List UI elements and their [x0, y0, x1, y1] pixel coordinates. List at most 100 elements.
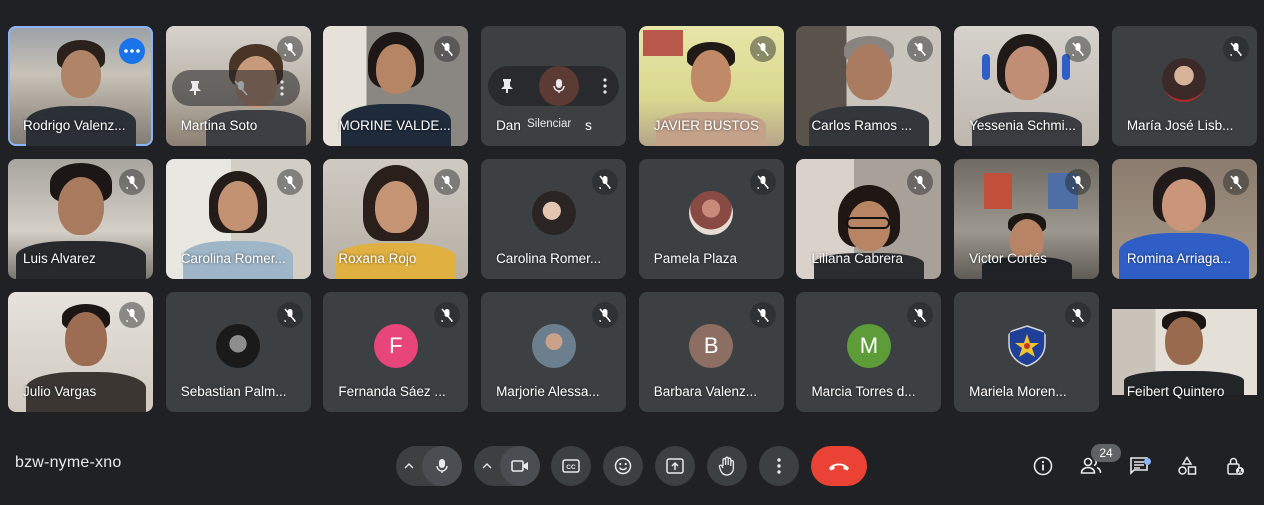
avatar	[1162, 58, 1207, 102]
participant-tile[interactable]: M Marcia Torres d...	[796, 292, 942, 412]
participant-name: Carlos Ramos ...	[811, 118, 912, 133]
mic-off-indicator	[119, 302, 145, 328]
participant-tile[interactable]: MORINE VALDE...	[323, 26, 469, 146]
participant-tile[interactable]: Mariela Moren...	[954, 292, 1100, 412]
emblem-avatar	[1004, 324, 1049, 368]
mic-off-indicator	[276, 169, 303, 195]
participant-tile[interactable]: Carolina Romer...	[481, 159, 627, 279]
mic-off-indicator	[1065, 169, 1092, 195]
participant-tile[interactable]: Roxana Rojo	[323, 159, 469, 279]
participant-tile[interactable]: B Barbara Valenz...	[638, 292, 784, 412]
phone-hangup-icon	[829, 463, 849, 471]
mic-off-icon	[757, 175, 769, 189]
mic-off-indicator	[1222, 36, 1249, 62]
participant-name: Dan	[496, 118, 521, 133]
participant-tile[interactable]: Yessenia Schmi...	[954, 26, 1100, 146]
microphone-button[interactable]	[422, 446, 462, 486]
pin-icon[interactable]	[500, 78, 514, 94]
participant-tile[interactable]: Sebastian Palm...	[165, 292, 311, 412]
meeting-control-bar: bzw-nyme-xno CC	[0, 433, 1264, 505]
info-icon	[1033, 456, 1053, 476]
present-screen-button[interactable]	[655, 446, 695, 486]
participant-name: Fernanda Sáez ...	[338, 384, 446, 399]
emoji-icon	[614, 457, 632, 475]
participant-name: Luis Alvarez	[23, 251, 96, 266]
participant-tile[interactable]: JAVIER BUSTOS	[638, 26, 784, 146]
raise-hand-button[interactable]	[707, 446, 747, 486]
mic-off-indicator	[749, 302, 776, 328]
chevron-up-icon[interactable]	[404, 463, 414, 469]
chevron-up-icon[interactable]	[482, 463, 492, 469]
participant-tile[interactable]: Marjorie Alessa...	[481, 292, 627, 412]
participant-name: Carolina Romer...	[180, 251, 286, 266]
leave-call-button[interactable]	[811, 446, 867, 486]
mic-off-icon[interactable]	[234, 80, 248, 96]
participant-tile[interactable]: María José Lisb...	[1111, 26, 1257, 146]
mic-off-icon	[757, 308, 769, 322]
participant-name: Sebastian Palm...	[180, 384, 287, 399]
mic-off-indicator	[276, 36, 303, 62]
chat-unread-dot	[1144, 458, 1151, 465]
mic-off-indicator	[119, 169, 145, 195]
mic-off-icon	[441, 175, 453, 189]
mic-off-icon	[284, 175, 296, 189]
participant-name: Martina Soto	[180, 118, 258, 133]
present-icon	[666, 458, 684, 474]
more-vert-icon[interactable]	[603, 78, 607, 94]
activities-button[interactable]	[1174, 453, 1200, 479]
participant-tile[interactable]: F Fernanda Sáez ...	[323, 292, 469, 412]
participant-name: Liliana Cabrera	[811, 251, 903, 266]
mic-off-indicator	[1065, 302, 1092, 328]
participant-tile[interactable]: Carolina Romer...	[165, 159, 311, 279]
audio-controls	[396, 446, 462, 486]
participant-tile[interactable]: Victor Cortés	[954, 159, 1100, 279]
more-vert-icon[interactable]	[280, 80, 284, 96]
host-controls-button[interactable]	[1222, 453, 1248, 479]
participant-tile[interactable]: Martina Soto	[165, 26, 311, 146]
meeting-details-button[interactable]	[1030, 453, 1056, 479]
mic-off-indicator	[1222, 169, 1249, 195]
avatar	[531, 324, 576, 368]
chat-button[interactable]	[1126, 453, 1152, 479]
participant-name: Pamela Plaza	[653, 251, 738, 266]
mic-off-icon	[599, 308, 611, 322]
captions-button[interactable]: CC	[551, 446, 591, 486]
avatar: B	[689, 324, 734, 368]
mic-off-icon	[284, 42, 296, 56]
participant-name: Yessenia Schmi...	[969, 118, 1076, 133]
mic-off-icon	[1072, 175, 1084, 189]
participant-name-fragment: s	[585, 118, 592, 133]
reactions-button[interactable]	[603, 446, 643, 486]
participant-tile[interactable]: Silenciar Dan s	[481, 26, 627, 146]
mic-off-icon	[126, 308, 138, 322]
camera-button[interactable]	[500, 446, 540, 486]
participant-tile[interactable]: Rodrigo Valenz...	[8, 26, 153, 146]
mute-participant-button[interactable]	[538, 66, 579, 106]
participant-tile[interactable]: Julio Vargas	[8, 292, 153, 412]
participant-tile[interactable]: Feibert Quintero	[1111, 292, 1257, 412]
more-vert-icon	[777, 458, 781, 474]
participant-tile[interactable]: Pamela Plaza	[638, 159, 784, 279]
more-options-button[interactable]	[119, 38, 145, 64]
avatar	[689, 191, 734, 235]
more-horizontal-icon	[124, 49, 140, 53]
participant-tile[interactable]: Romina Arriaga...	[1111, 159, 1257, 279]
participant-tile[interactable]: Liliana Cabrera	[796, 159, 942, 279]
participant-name: Julio Vargas	[23, 384, 97, 399]
participant-tile[interactable]: Carlos Ramos ...	[796, 26, 942, 146]
participant-grid: Rodrigo Valenz... Martina Soto MORINE VA…	[8, 26, 1257, 412]
participant-name: Roxana Rojo	[338, 251, 417, 266]
avatar: M	[846, 324, 891, 368]
mic-off-icon	[599, 175, 611, 189]
participant-tile[interactable]: Luis Alvarez	[8, 159, 153, 279]
hand-icon	[718, 456, 735, 476]
mic-off-icon	[1230, 42, 1242, 56]
mic-off-icon	[914, 308, 927, 322]
pin-icon[interactable]	[188, 80, 202, 96]
meeting-code: bzw-nyme-xno	[15, 454, 122, 471]
svg-text:CC: CC	[566, 464, 576, 471]
tooltip: Silenciar	[519, 114, 580, 134]
avatar	[531, 191, 576, 235]
more-options-button[interactable]	[759, 446, 799, 486]
mic-off-icon	[441, 42, 453, 56]
